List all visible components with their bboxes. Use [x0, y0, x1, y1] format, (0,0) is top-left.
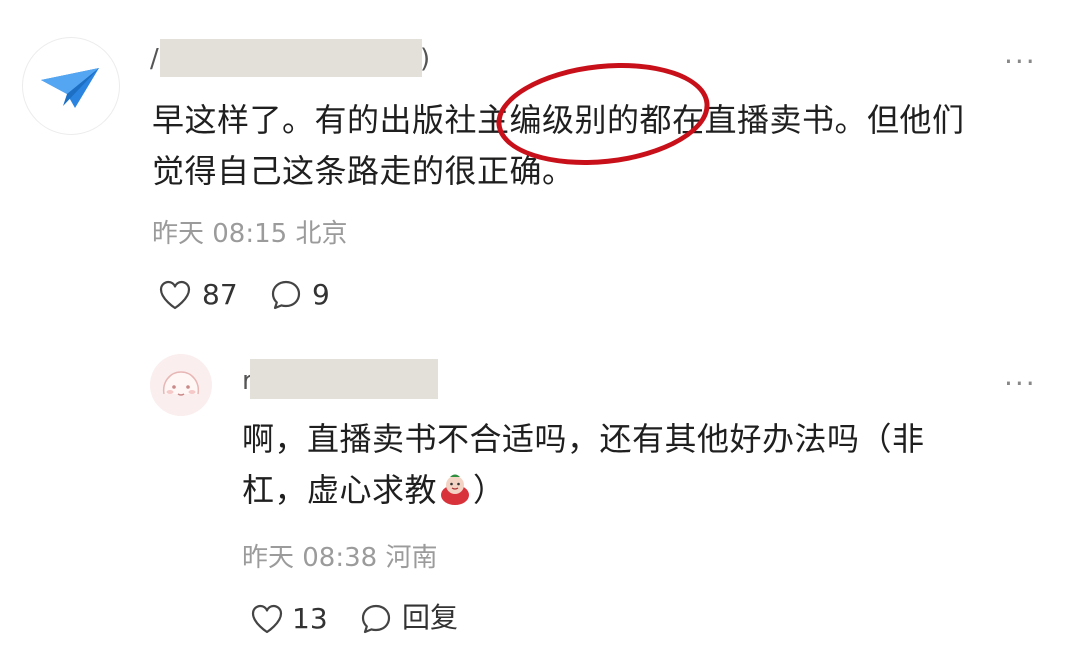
reply-text: 啊，直播卖书不合适吗，还有其他好办法吗（非 杠，虚心求教 ） [242, 414, 1042, 516]
username-prefix: / [150, 44, 159, 74]
username-redacted[interactable] [160, 39, 422, 77]
comment-timestamp-location: 昨天 08:15 北京 [152, 219, 348, 249]
more-options-button[interactable]: ··· [1004, 48, 1037, 76]
reply-like-count: 13 [292, 602, 328, 635]
like-count: 87 [202, 278, 238, 311]
like-button[interactable]: 87 [158, 278, 242, 312]
reply-text-line-2: 杠，虚心求教 ） [242, 465, 1042, 516]
heart-icon [159, 280, 191, 310]
reply-timestamp-location: 昨天 08:38 河南 [242, 543, 438, 573]
reply-text-line-2-end: ） [473, 471, 506, 509]
reply-text-line-1: 啊，直播卖书不合适吗，还有其他好办法吗（非 [242, 420, 925, 458]
cartoon-face-icon [150, 354, 212, 416]
comment-text: 早这样了。有的出版社主编级别的都在直播卖书。但他们 觉得自己这条路走的很正确。 [152, 95, 1052, 197]
reply-count: 9 [312, 278, 330, 311]
comment-text-line-1: 早这样了。有的出版社主编级别的都在直播卖书。但他们 [152, 101, 965, 139]
heart-icon [251, 604, 283, 634]
comment-bubble-icon [361, 604, 391, 634]
reply-count-button[interactable]: 9 [270, 278, 340, 312]
reply-username-redacted[interactable] [250, 359, 438, 399]
reply-like-button[interactable]: 13 [250, 602, 334, 636]
reply-avatar[interactable] [150, 354, 212, 416]
reply-button-label: 回复 [402, 601, 459, 634]
reply-more-options-button[interactable]: ··· [1004, 370, 1037, 398]
avatar[interactable] [22, 37, 120, 135]
username-suffix: ) [420, 44, 431, 74]
comment-text-line-2: 觉得自己这条路走的很正确。 [152, 152, 575, 190]
red-round-character-emoji [441, 474, 470, 505]
reply-button[interactable]: 回复 [360, 602, 470, 636]
paper-plane-icon [41, 68, 99, 108]
reply-text-line-2-start: 杠，虚心求教 [242, 471, 438, 509]
comment-bubble-icon [271, 280, 301, 310]
